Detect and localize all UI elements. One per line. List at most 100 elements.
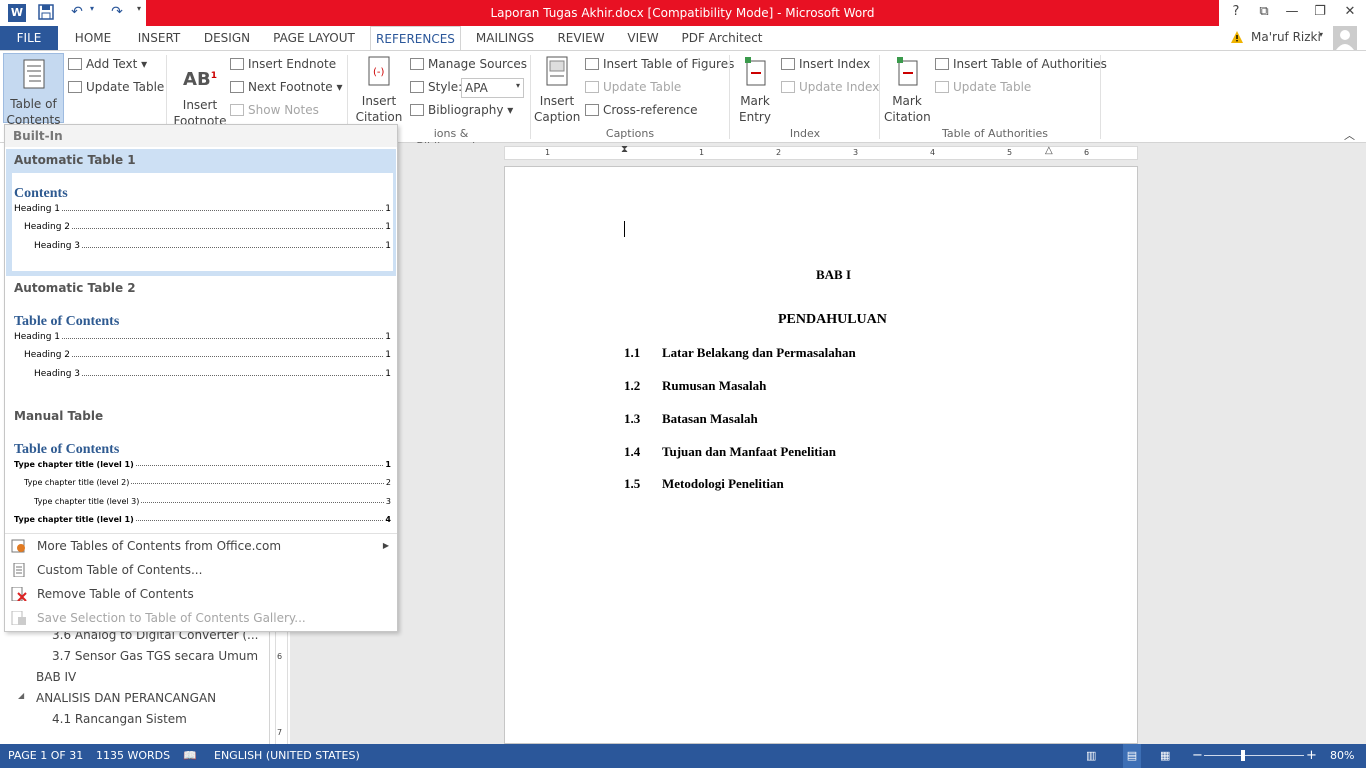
tab-design[interactable]: DESIGN xyxy=(198,26,256,50)
web-layout-icon[interactable]: ▦ xyxy=(1160,744,1170,768)
automatic-table-2-item[interactable]: Automatic Table 2 Table of Contents Head… xyxy=(6,277,396,401)
collapse-ribbon-icon[interactable]: ︿ xyxy=(1344,127,1355,143)
insert-table-of-figures-button[interactable]: Insert Table of Figures xyxy=(585,57,734,71)
cross-reference-button[interactable]: Cross-reference xyxy=(585,103,698,117)
insert-footnote-line1: Insert xyxy=(182,98,218,112)
insert-endnote-button[interactable]: Insert Endnote xyxy=(230,57,336,71)
nav-item[interactable]: ANALISIS DAN PERANCANGAN xyxy=(36,691,216,705)
manual-table-item[interactable]: Manual Table Table of Contents Type chap… xyxy=(6,405,396,531)
toc-label-line1: Table of xyxy=(10,97,57,111)
expand-triangle-icon[interactable]: ◢ xyxy=(18,691,24,700)
read-mode-icon[interactable]: ▥ xyxy=(1086,744,1096,768)
mark-entry-button[interactable]: Mark Entry xyxy=(735,55,775,125)
tab-page-layout[interactable]: PAGE LAYOUT xyxy=(266,26,362,50)
tab-file[interactable]: FILE xyxy=(0,26,58,50)
minimize-button[interactable]: — xyxy=(1278,0,1306,26)
update-index-label: Update Index xyxy=(799,80,880,94)
tab-home[interactable]: HOME xyxy=(66,26,120,50)
update-table-figures-button[interactable]: Update Table xyxy=(585,80,681,94)
warning-icon xyxy=(1230,30,1244,44)
update-table-authorities-button[interactable]: Update Table xyxy=(935,80,1031,94)
preview-line: Type chapter title (level 3) 3 xyxy=(34,497,391,506)
nav-item[interactable]: 4.1 Rancangan Sistem xyxy=(52,712,187,726)
insert-caption-button[interactable]: Insert Caption xyxy=(534,55,580,125)
hruler-label: 2 xyxy=(776,148,782,157)
update-table-button[interactable]: Update Table xyxy=(68,80,164,94)
add-text-button[interactable]: Add Text ▾ xyxy=(68,57,147,71)
user-name[interactable]: Ma'ruf Rizki xyxy=(1251,30,1321,44)
zoom-out-button[interactable]: − xyxy=(1192,744,1203,768)
bibliography-button[interactable]: Bibliography ▾ xyxy=(410,103,513,117)
close-button[interactable]: ✕ xyxy=(1336,0,1364,26)
nav-item[interactable]: 3.7 Sensor Gas TGS secara Umum xyxy=(52,649,258,663)
tab-pdf-architect[interactable]: PDF Architect xyxy=(676,26,768,50)
more-tables-menu-item[interactable]: More Tables of Contents from Office.com … xyxy=(5,534,397,558)
indent-marker-icon[interactable]: ⧗ xyxy=(621,144,628,155)
insert-citation-button[interactable]: (-) Insert Citation xyxy=(352,55,406,125)
vruler-label: 6 xyxy=(277,652,283,661)
tab-insert[interactable]: INSERT xyxy=(130,26,188,50)
preview-line-text: Heading 3 xyxy=(34,241,81,251)
user-dropdown-icon[interactable]: ▾ xyxy=(1319,30,1323,39)
tab-mailings[interactable]: MAILINGS xyxy=(470,26,540,50)
automatic-table-1-item[interactable]: Automatic Table 1 Contents Heading 1 1 He… xyxy=(6,149,396,276)
next-footnote-icon xyxy=(230,81,244,93)
insert-index-button[interactable]: Insert Index xyxy=(781,57,870,71)
right-indent-marker-icon[interactable]: △ xyxy=(1045,145,1053,156)
language-indicator[interactable]: ENGLISH (UNITED STATES) xyxy=(214,744,360,768)
help-button[interactable]: ? xyxy=(1222,0,1250,26)
word-count[interactable]: 1135 WORDS xyxy=(96,744,170,768)
zoom-slider-thumb[interactable] xyxy=(1241,750,1245,761)
undo-icon[interactable]: ↶ xyxy=(66,4,88,22)
save-icon[interactable] xyxy=(36,4,56,22)
preview-title: Table of Contents xyxy=(14,314,120,329)
manage-sources-button[interactable]: Manage Sources xyxy=(410,57,527,71)
show-notes-button[interactable]: Show Notes xyxy=(230,103,319,117)
style-select[interactable]: APA ▾ xyxy=(461,78,524,98)
preview-line: Heading 1 1 xyxy=(14,204,391,214)
style-icon xyxy=(410,81,424,93)
footnote-icon: AB1 xyxy=(183,69,217,90)
mark-entry-line1: Mark xyxy=(740,94,770,108)
customize-quick-access-icon[interactable]: ▾ xyxy=(134,4,144,22)
insert-caption-line1: Insert xyxy=(539,94,575,108)
preview-line-page: 1 xyxy=(385,350,391,360)
ribbon-divider xyxy=(729,55,730,139)
print-layout-icon[interactable]: ▤ xyxy=(1123,744,1141,768)
preview-line: Heading 3 1 xyxy=(34,369,391,379)
next-footnote-button[interactable]: Next Footnote ▾ xyxy=(230,80,343,94)
ribbon-display-options-button[interactable]: ⧉ xyxy=(1250,0,1278,26)
tab-references[interactable]: REFERENCES xyxy=(370,26,461,51)
preview-line-page: 1 xyxy=(385,222,391,232)
document-page[interactable]: BAB I PENDAHULUAN 1.1 Latar Belakang dan… xyxy=(504,166,1138,744)
manage-sources-icon xyxy=(410,58,424,70)
save-selection-menu-item[interactable]: Save Selection to Table of Contents Gall… xyxy=(5,606,397,630)
tab-review[interactable]: REVIEW xyxy=(552,26,610,50)
table-of-contents-button[interactable]: Table of Contents xyxy=(3,53,64,127)
preview-line-text: Type chapter title (level 2) xyxy=(24,478,130,487)
tab-view[interactable]: VIEW xyxy=(620,26,666,50)
page-count[interactable]: PAGE 1 OF 31 xyxy=(8,744,83,768)
proofing-icon[interactable]: 📖 xyxy=(183,744,197,768)
insert-table-of-authorities-button[interactable]: Insert Table of Authorities xyxy=(935,57,1107,71)
mark-citation-button[interactable]: Mark Citation xyxy=(884,55,931,125)
custom-toc-icon xyxy=(13,563,25,577)
insert-footnote-button[interactable]: AB1 Insert Footnote xyxy=(172,59,228,129)
preview-line-text: Heading 2 xyxy=(24,350,71,360)
remove-toc-menu-item[interactable]: Remove Table of Contents xyxy=(5,582,397,606)
section-number: 1.3 xyxy=(624,411,641,426)
undo-dropdown-icon[interactable]: ▾ xyxy=(88,4,96,22)
update-index-button[interactable]: Update Index xyxy=(781,80,879,94)
preview-line-text: Heading 1 xyxy=(14,204,61,214)
avatar[interactable] xyxy=(1333,26,1357,50)
zoom-slider-track[interactable] xyxy=(1204,755,1304,756)
nav-item[interactable]: BAB IV xyxy=(36,670,76,684)
custom-toc-menu-item[interactable]: Custom Table of Contents... xyxy=(5,558,397,582)
word-logo-icon: W xyxy=(8,4,26,22)
style-label: Style: xyxy=(428,80,463,94)
insert-endnote-icon xyxy=(230,58,244,70)
restore-button[interactable]: ❐ xyxy=(1306,0,1334,26)
zoom-in-button[interactable]: + xyxy=(1306,744,1317,768)
redo-icon[interactable]: ↷ xyxy=(106,4,128,22)
zoom-level[interactable]: 80% xyxy=(1330,744,1354,768)
